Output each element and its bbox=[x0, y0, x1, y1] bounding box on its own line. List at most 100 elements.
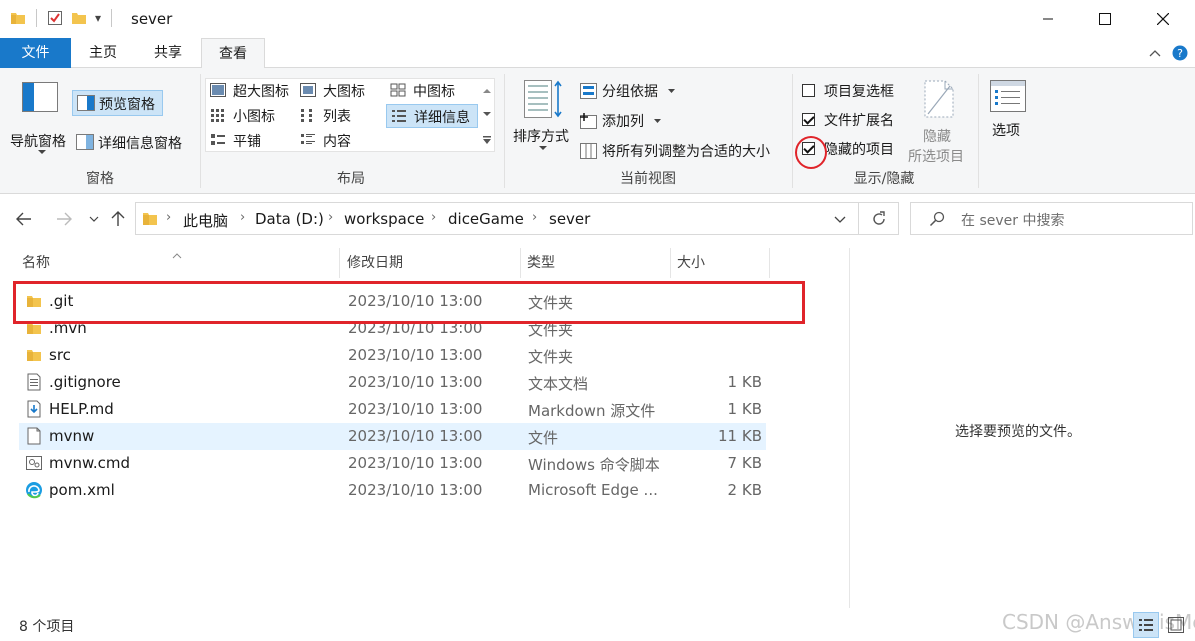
table-row[interactable]: pom.xml 2023/10/10 13:00 Microsoft Edge … bbox=[19, 477, 766, 504]
item-checkboxes-label: 项目复选框 bbox=[824, 84, 894, 100]
file-type: Markdown 源文件 bbox=[528, 402, 656, 420]
content-icon bbox=[301, 134, 315, 144]
breadcrumb-dicegame[interactable]: diceGame bbox=[448, 210, 524, 228]
folder-icon bbox=[143, 213, 157, 225]
breadcrumb-this-pc[interactable]: 此电脑 bbox=[183, 210, 228, 231]
tab-home[interactable]: 主页 bbox=[79, 38, 127, 68]
layout-scroll-down[interactable] bbox=[480, 104, 494, 126]
layout-tiles[interactable]: 平铺 bbox=[208, 130, 296, 152]
close-icon bbox=[1157, 13, 1169, 25]
fit-columns-button[interactable]: 将所有列调整为合适的大小 bbox=[578, 140, 788, 162]
refresh-button[interactable] bbox=[868, 209, 890, 229]
search-input[interactable]: 在 sever 中搜索 bbox=[961, 210, 1064, 230]
layout-label: 平铺 bbox=[233, 134, 261, 150]
file-extensions-label: 文件扩展名 bbox=[824, 113, 894, 129]
table-row[interactable]: mvnw 2023/10/10 13:00 文件 11 KB bbox=[19, 423, 766, 450]
column-header-size[interactable]: 大小 bbox=[671, 248, 770, 278]
new-folder-icon[interactable] bbox=[71, 10, 87, 26]
divider bbox=[111, 9, 113, 27]
layout-label: 小图标 bbox=[233, 109, 275, 125]
group-by-button[interactable]: 分组依据 bbox=[578, 80, 678, 102]
search-box[interactable]: 在 sever 中搜索 bbox=[910, 202, 1193, 235]
column-header-date[interactable]: 修改日期 bbox=[341, 248, 521, 278]
quick-access-dropdown[interactable]: ▾ bbox=[95, 11, 101, 25]
layout-label: 详细信息 bbox=[414, 110, 470, 126]
collapse-ribbon-button[interactable] bbox=[1146, 44, 1164, 62]
add-column-button[interactable]: 添加列 bbox=[578, 110, 668, 132]
layout-list[interactable]: 列表 bbox=[298, 105, 378, 127]
help-button[interactable]: ? bbox=[1171, 44, 1189, 62]
close-button[interactable] bbox=[1140, 0, 1186, 38]
nav-pane-button[interactable]: 导航窗格 bbox=[8, 80, 72, 160]
breadcrumb-sever[interactable]: sever bbox=[549, 210, 590, 228]
ribbon-tabs: 文件 主页 共享 查看 ? bbox=[0, 38, 1195, 69]
dropdown-icon bbox=[483, 136, 491, 144]
group-label-layout: 布局 bbox=[337, 171, 365, 187]
layout-label: 列表 bbox=[323, 109, 351, 125]
layout-small-icons[interactable]: 小图标 bbox=[208, 105, 296, 127]
file-type: 文件夹 bbox=[528, 348, 574, 366]
table-row[interactable]: .gitignore 2023/10/10 13:00 文本文档 1 KB bbox=[19, 369, 766, 396]
layout-medium-icons[interactable]: 中图标 bbox=[388, 80, 468, 102]
table-row[interactable]: HELP.md 2023/10/10 13:00 Markdown 源文件 1 … bbox=[19, 396, 766, 423]
hide-selected-button[interactable]: 隐藏 所选项目 bbox=[906, 78, 972, 165]
arrow-left-icon bbox=[16, 212, 31, 226]
breadcrumb-separator[interactable]: › bbox=[431, 210, 436, 225]
file-size: 1 KB bbox=[727, 400, 762, 418]
layout-extra-large-icons[interactable]: 超大图标 bbox=[208, 80, 296, 102]
breadcrumb-workspace[interactable]: workspace bbox=[344, 210, 424, 228]
column-header-type[interactable]: 类型 bbox=[521, 248, 671, 278]
back-button[interactable] bbox=[12, 207, 36, 231]
group-label-show-hide: 显示/隐藏 bbox=[853, 171, 915, 187]
file-extensions-toggle[interactable]: 文件扩展名 bbox=[800, 109, 906, 131]
layout-content[interactable]: 内容 bbox=[298, 130, 378, 152]
tab-view[interactable]: 查看 bbox=[201, 38, 265, 69]
address-history-button[interactable] bbox=[830, 209, 850, 229]
preview-pane-icon bbox=[77, 95, 95, 111]
forward-button[interactable] bbox=[52, 207, 76, 231]
breadcrumb-separator[interactable]: › bbox=[166, 210, 171, 225]
ribbon-view: 导航窗格 预览窗格 详细信息窗格 窗格 超大图标 大图标 中图标 小图标 列表 … bbox=[0, 68, 1195, 194]
sort-icon bbox=[524, 80, 562, 118]
address-bar[interactable]: › 此电脑 › Data (D:) › workspace › diceGame… bbox=[135, 202, 899, 235]
item-checkboxes-checkbox[interactable] bbox=[802, 84, 815, 97]
svg-text:?: ? bbox=[1177, 47, 1183, 60]
details-pane-button[interactable]: 详细信息窗格 bbox=[72, 130, 194, 156]
preview-pane-button[interactable]: 预览窗格 bbox=[72, 90, 163, 116]
layout-more-button[interactable] bbox=[480, 130, 494, 152]
details-view-button[interactable] bbox=[1133, 612, 1159, 638]
sort-by-button[interactable]: 排序方式 bbox=[510, 78, 576, 160]
chevron-down-icon bbox=[654, 119, 661, 123]
file-date: 2023/10/10 13:00 bbox=[348, 454, 483, 472]
tab-file[interactable]: 文件 bbox=[0, 38, 71, 68]
breadcrumb-separator[interactable]: › bbox=[532, 210, 537, 225]
item-checkboxes-toggle[interactable]: 项目复选框 bbox=[800, 80, 906, 102]
preview-pane-divider[interactable] bbox=[849, 248, 850, 608]
title-bar: ▾ sever bbox=[0, 0, 1195, 38]
large-icons-view-button[interactable] bbox=[1163, 612, 1189, 638]
column-header-name[interactable]: 名称 bbox=[16, 248, 340, 278]
fit-columns-icon bbox=[580, 143, 597, 159]
refresh-icon bbox=[873, 211, 885, 225]
options-button[interactable]: 选项 bbox=[984, 78, 1030, 158]
layout-large-icons[interactable]: 大图标 bbox=[298, 80, 378, 102]
recent-locations-button[interactable] bbox=[82, 207, 106, 231]
group-panes: 导航窗格 预览窗格 详细信息窗格 窗格 bbox=[0, 72, 200, 190]
layout-scroll-up[interactable] bbox=[480, 80, 494, 102]
file-extensions-checkbox[interactable] bbox=[802, 113, 815, 126]
fit-columns-label: 将所有列调整为合适的大小 bbox=[602, 144, 770, 160]
breadcrumb-separator[interactable]: › bbox=[240, 210, 245, 225]
tab-share[interactable]: 共享 bbox=[144, 38, 192, 68]
maximize-button[interactable] bbox=[1082, 0, 1128, 38]
table-row[interactable]: mvnw.cmd 2023/10/10 13:00 Windows 命令脚本 7… bbox=[19, 450, 766, 477]
breadcrumb-separator[interactable]: › bbox=[328, 210, 333, 225]
table-row[interactable]: src 2023/10/10 13:00 文件夹 bbox=[19, 342, 766, 369]
chevron-down-icon bbox=[38, 150, 46, 154]
breadcrumb-data-drive[interactable]: Data (D:) bbox=[255, 210, 324, 228]
minimize-button[interactable] bbox=[1025, 0, 1071, 38]
layout-label: 中图标 bbox=[413, 84, 455, 100]
properties-icon[interactable] bbox=[47, 10, 63, 26]
up-button[interactable] bbox=[106, 207, 130, 231]
layout-details[interactable]: 详细信息 bbox=[386, 104, 478, 128]
add-column-label: 添加列 bbox=[602, 114, 644, 130]
